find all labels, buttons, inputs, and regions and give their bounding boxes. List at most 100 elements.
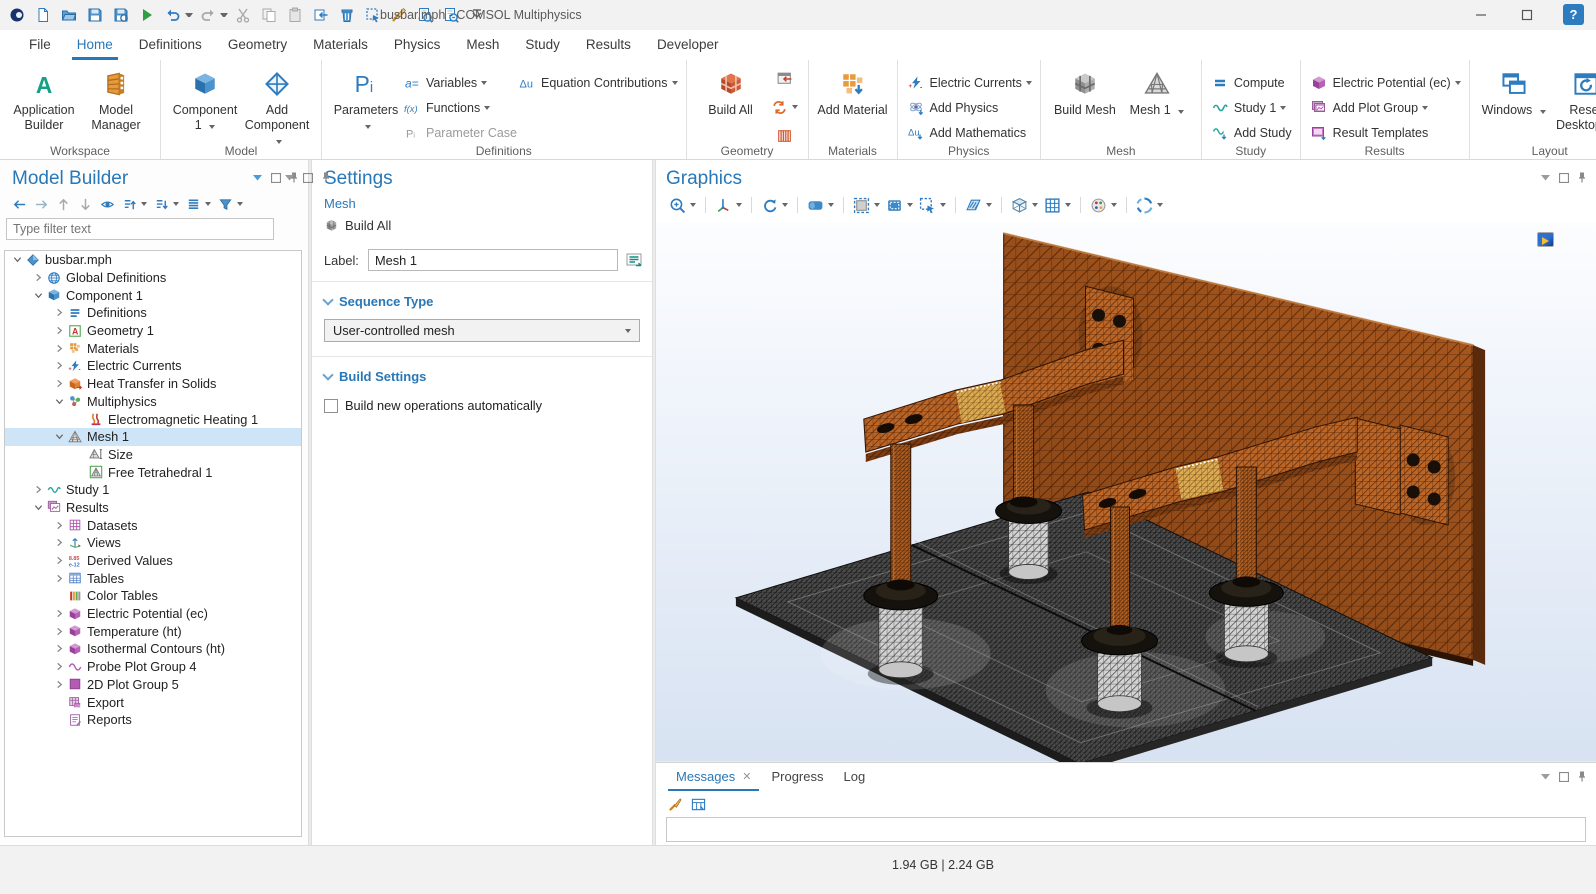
section-build-settings[interactable]: Build Settings (312, 357, 652, 384)
panel-float-icon[interactable] (1559, 772, 1569, 782)
transparency-button[interactable] (962, 197, 995, 214)
tree-chevron-icon[interactable] (32, 273, 44, 282)
windows-button[interactable]: Windows (1478, 64, 1550, 118)
zoom-plus-button[interactable] (666, 197, 699, 214)
tree-item-datasets[interactable]: Datasets (5, 516, 301, 534)
tree-item-free-tetrahedral-1[interactable]: Free Tetrahedral 1 (5, 463, 301, 481)
build-all-button[interactable]: Build All (695, 64, 767, 118)
add-mathematics-button[interactable]: ΔuAdd Mathematics (906, 120, 1032, 145)
axis-button[interactable] (712, 197, 745, 214)
add-material-button[interactable]: Add Material (817, 64, 889, 118)
box-3d-button[interactable] (804, 197, 837, 214)
close-tab-icon[interactable]: ✕ (742, 763, 751, 791)
panel-float-icon[interactable] (1559, 173, 1569, 183)
ribbon-tab-physics[interactable]: Physics (381, 30, 454, 60)
tree-item-views[interactable]: Views (5, 534, 301, 552)
arrow-up-icon[interactable] (56, 197, 71, 212)
tree-chevron-icon[interactable] (32, 291, 44, 300)
delete-icon[interactable] (336, 4, 358, 26)
model-manager-button[interactable]: Model Manager (80, 64, 152, 133)
ribbon-tab-definitions[interactable]: Definitions (126, 30, 215, 60)
move-up-icon[interactable] (122, 197, 147, 212)
parameters-button[interactable]: PiParameters (330, 64, 402, 133)
add-component-button[interactable]: Add Component (241, 64, 313, 148)
tree-chevron-icon[interactable] (53, 379, 65, 388)
tree-item-temperature-ht-[interactable]: Temperature (ht) (5, 622, 301, 640)
arrow-right-icon[interactable] (34, 197, 49, 212)
panel-pin-icon[interactable] (1578, 172, 1586, 183)
mesh-1-button[interactable]: Mesh 1 (1121, 64, 1193, 118)
tree-chevron-icon[interactable] (53, 644, 65, 653)
electric-potential-ec--button[interactable]: Electric Potential (ec) (1309, 70, 1461, 95)
run-icon[interactable] (136, 4, 158, 26)
mesh-label-input[interactable] (368, 249, 618, 271)
tab-log[interactable]: Log (834, 763, 876, 791)
rename-label-icon[interactable] (626, 253, 643, 268)
move-icon[interactable] (310, 4, 332, 26)
select-cursor-button[interactable] (916, 197, 949, 214)
ribbon-tab-geometry[interactable]: Geometry (215, 30, 300, 60)
tree-item-electric-potential-ec-[interactable]: Electric Potential (ec) (5, 605, 301, 623)
tree-item-reports[interactable]: Reports (5, 711, 301, 729)
tab-progress[interactable]: Progress (761, 763, 833, 791)
checkbox[interactable] (324, 399, 338, 413)
tree-item-derived-values[interactable]: 8.85e-12Derived Values (5, 552, 301, 570)
maximize-button[interactable] (1504, 0, 1550, 30)
palette-button[interactable] (1087, 197, 1120, 214)
arrow-down-icon[interactable] (78, 197, 93, 212)
add-study-button[interactable]: Add Study (1210, 120, 1292, 145)
build-mesh-button[interactable]: Build Mesh (1049, 64, 1121, 118)
tree-item-color-tables[interactable]: Color Tables (5, 587, 301, 605)
graphics-viewport[interactable] (656, 222, 1596, 762)
eye-icon[interactable] (100, 197, 115, 212)
help-button[interactable]: ? (1563, 4, 1584, 25)
tree-item-probe-plot-group-4[interactable]: Probe Plot Group 4 (5, 658, 301, 676)
tree-item-component-1[interactable]: Component 1 (5, 286, 301, 304)
tree-item-tables[interactable]: Tables (5, 569, 301, 587)
minimize-button[interactable] (1458, 0, 1504, 30)
ribbon-tab-study[interactable]: Study (512, 30, 573, 60)
tree-chevron-icon[interactable] (32, 485, 44, 494)
scene-refresh-button[interactable] (1133, 197, 1166, 214)
tree-item-study-1[interactable]: Study 1 (5, 481, 301, 499)
tree-item-export[interactable]: csvExport (5, 693, 301, 711)
tree-chevron-icon[interactable] (53, 521, 65, 530)
ribbon-tab-mesh[interactable]: Mesh (453, 30, 512, 60)
clear-brush-icon[interactable] (668, 797, 683, 812)
tree-item-multiphysics[interactable]: Multiphysics (5, 393, 301, 411)
variables-button[interactable]: a=Variables (402, 70, 517, 95)
open-icon[interactable] (58, 4, 80, 26)
tree-chevron-icon[interactable] (53, 662, 65, 671)
messages-output[interactable] (666, 817, 1586, 842)
save-find-icon[interactable] (110, 4, 132, 26)
ribbon-tab-home[interactable]: Home (64, 30, 126, 60)
tree-chevron-icon[interactable] (53, 538, 65, 547)
electric-currents-button[interactable]: +-Electric Currents (906, 70, 1032, 95)
panel-menu-icon[interactable] (285, 174, 294, 181)
tree-item-mesh-1[interactable]: Mesh 1 (5, 428, 301, 446)
move-down-icon[interactable] (154, 197, 179, 212)
tree-item-size[interactable]: Size (5, 446, 301, 464)
app-logo-icon[interactable] (6, 4, 28, 26)
application-builder-button[interactable]: AApplication Builder (8, 64, 80, 133)
panel-menu-icon[interactable] (1541, 773, 1550, 780)
panel-pin-icon[interactable] (322, 172, 330, 183)
filter-input[interactable] (6, 218, 274, 240)
tree-chevron-icon[interactable] (11, 255, 23, 264)
tree-chevron-icon[interactable] (53, 326, 65, 335)
tree-item-busbar-mph[interactable]: busbar.mph (5, 251, 301, 269)
panel-menu-icon[interactable] (253, 174, 262, 181)
tree-chevron-icon[interactable] (53, 609, 65, 618)
image-snapshot-button[interactable] (883, 197, 916, 214)
add-plot-group-button[interactable]: Add Plot Group (1309, 95, 1461, 120)
tree-item-materials[interactable]: Materials (5, 339, 301, 357)
tree-chevron-icon[interactable] (32, 503, 44, 512)
tree-item-2d-plot-group-5[interactable]: 2D Plot Group 5 (5, 676, 301, 694)
save-icon[interactable] (84, 4, 106, 26)
arrow-left-icon[interactable] (12, 197, 27, 212)
ribbon-tab-results[interactable]: Results (573, 30, 644, 60)
plot-thumbnail-icon[interactable] (1537, 232, 1554, 247)
compute-button[interactable]: Compute (1210, 70, 1292, 95)
ribbon-tab-materials[interactable]: Materials (300, 30, 381, 60)
equation-contributions-button[interactable]: ΔuEquation Contributions (517, 70, 677, 95)
